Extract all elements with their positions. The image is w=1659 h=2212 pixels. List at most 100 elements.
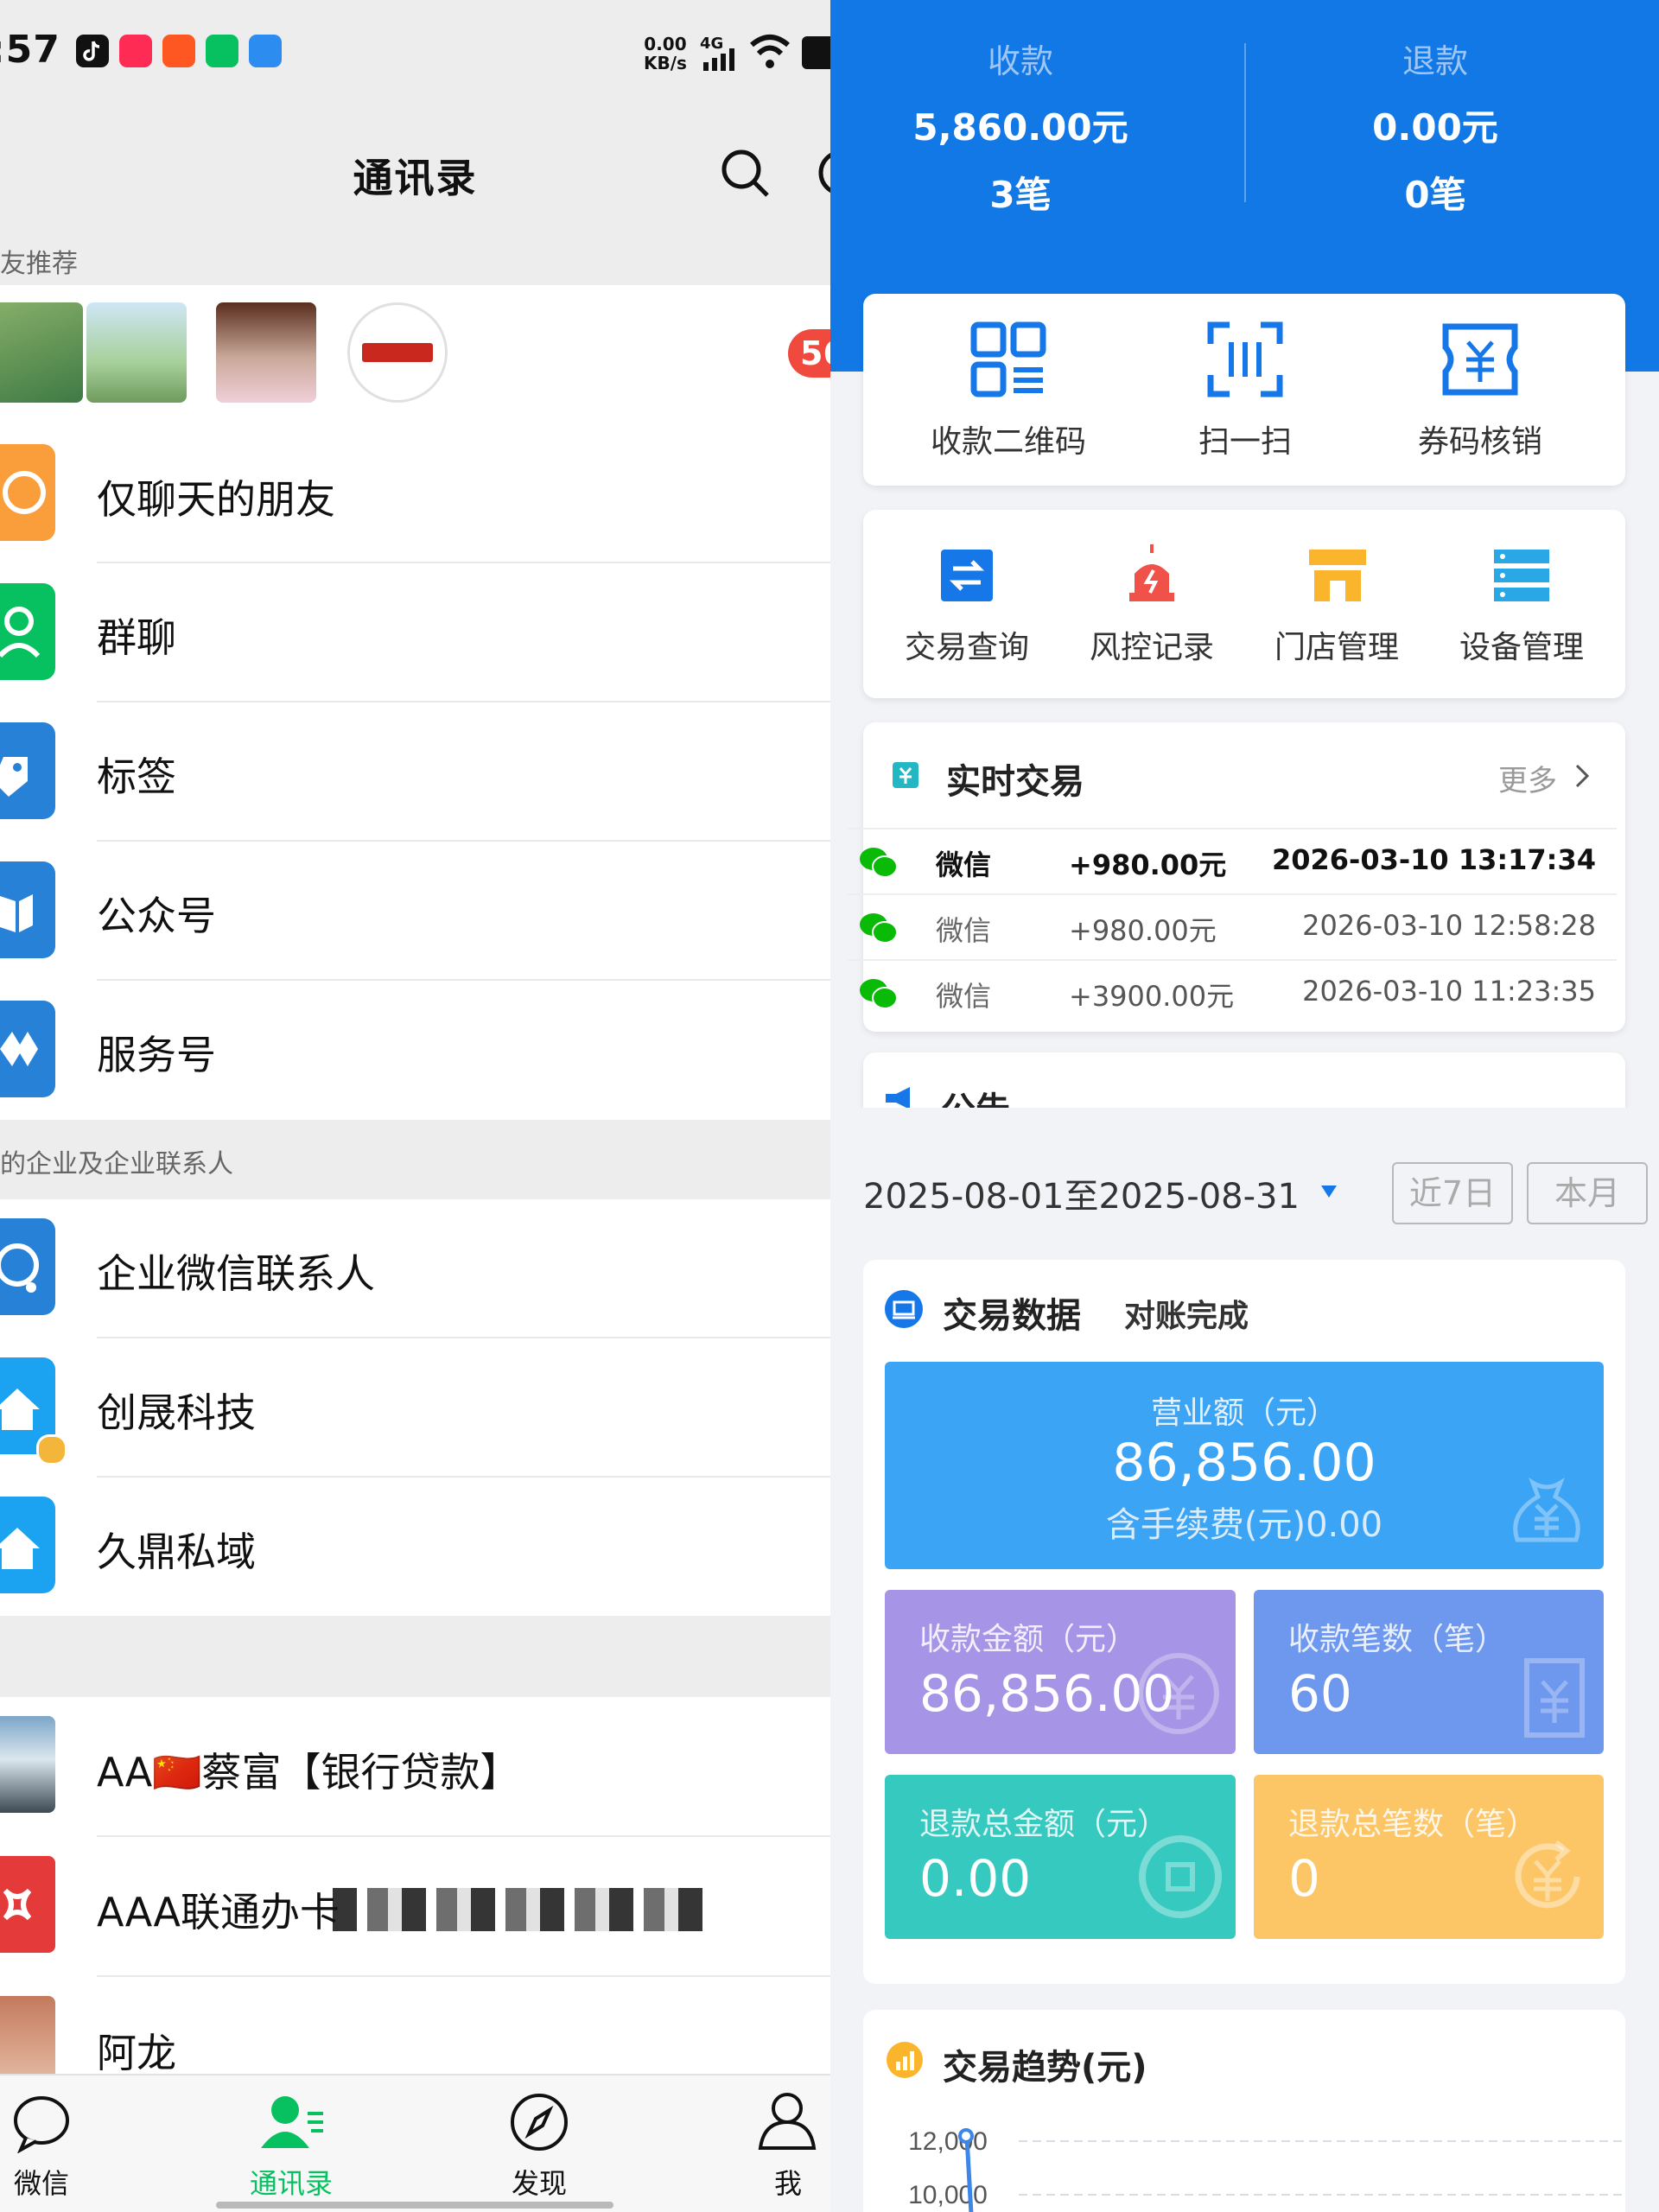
trend-chart: 12,000 10,000 bbox=[908, 2127, 1625, 2212]
receipt-icon bbox=[1524, 1658, 1585, 1738]
divider bbox=[97, 979, 830, 981]
friend-avatar[interactable] bbox=[0, 1716, 55, 1813]
chat-only-friends-icon bbox=[0, 444, 55, 541]
recommend-avatar[interactable] bbox=[86, 302, 187, 403]
income-amount-panel[interactable]: 收款金额（元） 86,856.00 bbox=[885, 1590, 1236, 1754]
recommend-avatar[interactable] bbox=[216, 302, 316, 403]
this-month-button[interactable]: 本月 bbox=[1527, 1162, 1648, 1224]
trade-data-icon bbox=[885, 1290, 923, 1328]
refund-amount: 0.00元 bbox=[1372, 106, 1498, 149]
notice-title: 公告 bbox=[941, 1082, 1010, 1108]
wecom-contacts-icon bbox=[0, 1218, 55, 1315]
revenue-panel[interactable]: 营业额（元） 86,856.00 含手续费(元)0.00 bbox=[885, 1362, 1604, 1569]
refund-count-panel[interactable]: 退款总笔数（笔） 0 bbox=[1254, 1775, 1604, 1939]
transaction-row[interactable]: 微信 +980.00元 2026-03-10 13:17:34 bbox=[848, 828, 1617, 895]
contacts-tab-icon[interactable] bbox=[257, 2091, 327, 2152]
divider bbox=[97, 562, 830, 563]
recommend-count-badge: 56 bbox=[788, 329, 830, 378]
battery-icon bbox=[802, 36, 830, 69]
contact-item-label[interactable]: 服务号 bbox=[97, 1024, 216, 1081]
verified-badge-icon bbox=[36, 1434, 67, 1465]
contact-item-label[interactable]: 群聊 bbox=[97, 607, 176, 664]
merchant-dashboard-screen: 收款 5,860.00元 3笔 退款 0.00元 0笔 收款二维码 扫一扫 券码… bbox=[830, 0, 1659, 2212]
add-contact-icon[interactable] bbox=[816, 147, 830, 199]
menu-label[interactable]: 门店管理 bbox=[1244, 622, 1429, 667]
stat-value: 0 bbox=[1288, 1849, 1320, 1908]
wechat-contacts-screen: :57 0.00 KB/s 4G 通讯录 友推荐 56 仅聊天的朋友 bbox=[0, 0, 830, 2212]
divider bbox=[97, 1476, 830, 1478]
tag-icon bbox=[0, 722, 55, 819]
refund-amount-panel[interactable]: 退款总金额（元） 0.00 bbox=[885, 1775, 1236, 1939]
tiktok-icon bbox=[76, 35, 109, 67]
friend-name[interactable]: 阿龙 bbox=[97, 2022, 176, 2079]
bottom-tab-bar bbox=[0, 2074, 830, 2212]
transaction-channel: 微信 bbox=[936, 914, 992, 947]
transaction-amount: +3900.00元 bbox=[1069, 980, 1235, 1013]
home-indicator[interactable] bbox=[216, 2202, 613, 2209]
me-tab-icon[interactable] bbox=[757, 2089, 817, 2152]
tab-chats[interactable]: 微信 bbox=[0, 2162, 102, 2202]
enterprise-item-label[interactable]: 企业微信联系人 bbox=[97, 1243, 375, 1300]
trend-point[interactable] bbox=[958, 2128, 974, 2144]
stat-value: 0.00 bbox=[919, 1849, 1032, 1908]
chats-tab-icon[interactable] bbox=[10, 2093, 73, 2153]
last-7-days-button[interactable]: 近7日 bbox=[1392, 1162, 1513, 1224]
header-divider bbox=[1244, 43, 1246, 202]
scan-icon[interactable] bbox=[1207, 321, 1283, 397]
more-link[interactable]: 更多 bbox=[1498, 757, 1557, 799]
date-range[interactable]: 2025-08-01至2025-08-31 bbox=[863, 1168, 1300, 1218]
contact-item-label[interactable]: 公众号 bbox=[97, 885, 216, 942]
contact-item-label[interactable]: 标签 bbox=[97, 746, 176, 803]
search-icon[interactable] bbox=[719, 147, 771, 199]
recommend-avatar-logo[interactable] bbox=[347, 302, 448, 403]
menu-label[interactable]: 交易查询 bbox=[874, 622, 1059, 667]
coupon-icon[interactable] bbox=[1440, 321, 1520, 397]
friend-name[interactable]: AAA联通办卡 bbox=[97, 1881, 340, 1938]
enterprise-section-label: 的企业及企业联系人 bbox=[0, 1149, 233, 1179]
stat-label: 退款总金额（元） bbox=[919, 1807, 1169, 1842]
company-home-icon bbox=[0, 1497, 55, 1593]
notice-clip bbox=[830, 1108, 1659, 1128]
menu-label[interactable]: 设备管理 bbox=[1429, 622, 1614, 667]
menu-label[interactable]: 风控记录 bbox=[1059, 622, 1244, 667]
income-count-panel[interactable]: 收款笔数（笔） 60 bbox=[1254, 1590, 1604, 1754]
refund-label: 退款 bbox=[1402, 42, 1468, 80]
money-bag-icon bbox=[1513, 1477, 1580, 1542]
recommend-avatar[interactable] bbox=[0, 302, 83, 403]
action-label[interactable]: 扫一扫 bbox=[1133, 416, 1357, 461]
notice-card[interactable]: 公告 bbox=[863, 1052, 1625, 1108]
divider bbox=[97, 1975, 830, 1977]
reconcile-status: 对账完成 bbox=[1124, 1299, 1249, 1334]
alarm-icon[interactable] bbox=[1126, 544, 1178, 601]
revenue-label: 营业额（元） bbox=[1150, 1395, 1338, 1431]
enterprise-item-label[interactable]: 久鼎私域 bbox=[97, 1521, 256, 1578]
divider bbox=[97, 1835, 830, 1837]
wechat-app-icon bbox=[206, 35, 238, 67]
transaction-row[interactable]: 微信 +980.00元 2026-03-10 12:58:28 bbox=[848, 893, 1617, 961]
enterprise-item-label[interactable]: 创晟科技 bbox=[97, 1382, 256, 1439]
server-icon[interactable] bbox=[1494, 550, 1549, 601]
transaction-row[interactable]: 微信 +3900.00元 2026-03-10 11:23:35 bbox=[848, 959, 1617, 1027]
income-label: 收款 bbox=[987, 42, 1053, 80]
tab-contacts[interactable]: 通讯录 bbox=[231, 2162, 352, 2202]
y-tick-label: 10,000 bbox=[908, 2181, 988, 2209]
contact-item-label[interactable]: 仅聊天的朋友 bbox=[97, 468, 335, 525]
qrcode-icon[interactable] bbox=[970, 321, 1046, 397]
recommend-section-label: 友推荐 bbox=[0, 249, 78, 279]
megaphone-icon bbox=[886, 1087, 910, 1108]
browser-app-icon bbox=[249, 35, 282, 67]
action-label[interactable]: 收款二维码 bbox=[896, 416, 1121, 461]
network-speed: 0.00 KB/s bbox=[644, 34, 687, 73]
store-icon[interactable] bbox=[1309, 550, 1366, 601]
function-menu-card bbox=[863, 510, 1625, 698]
transfer-icon[interactable] bbox=[941, 550, 993, 601]
tab-discover[interactable]: 发现 bbox=[479, 2162, 600, 2202]
friend-name[interactable]: AA🇨🇳蔡富【银行贷款】 bbox=[97, 1741, 520, 1798]
page-title: 通讯录 bbox=[353, 155, 478, 201]
action-label[interactable]: 券码核销 bbox=[1368, 416, 1592, 461]
chevron-right-icon[interactable] bbox=[1573, 762, 1591, 790]
discover-tab-icon[interactable] bbox=[508, 2091, 570, 2153]
tab-me[interactable]: 我 bbox=[728, 2162, 830, 2202]
dropdown-triangle-icon[interactable] bbox=[1319, 1182, 1338, 1199]
china-unicom-logo-icon[interactable] bbox=[0, 1856, 55, 1953]
